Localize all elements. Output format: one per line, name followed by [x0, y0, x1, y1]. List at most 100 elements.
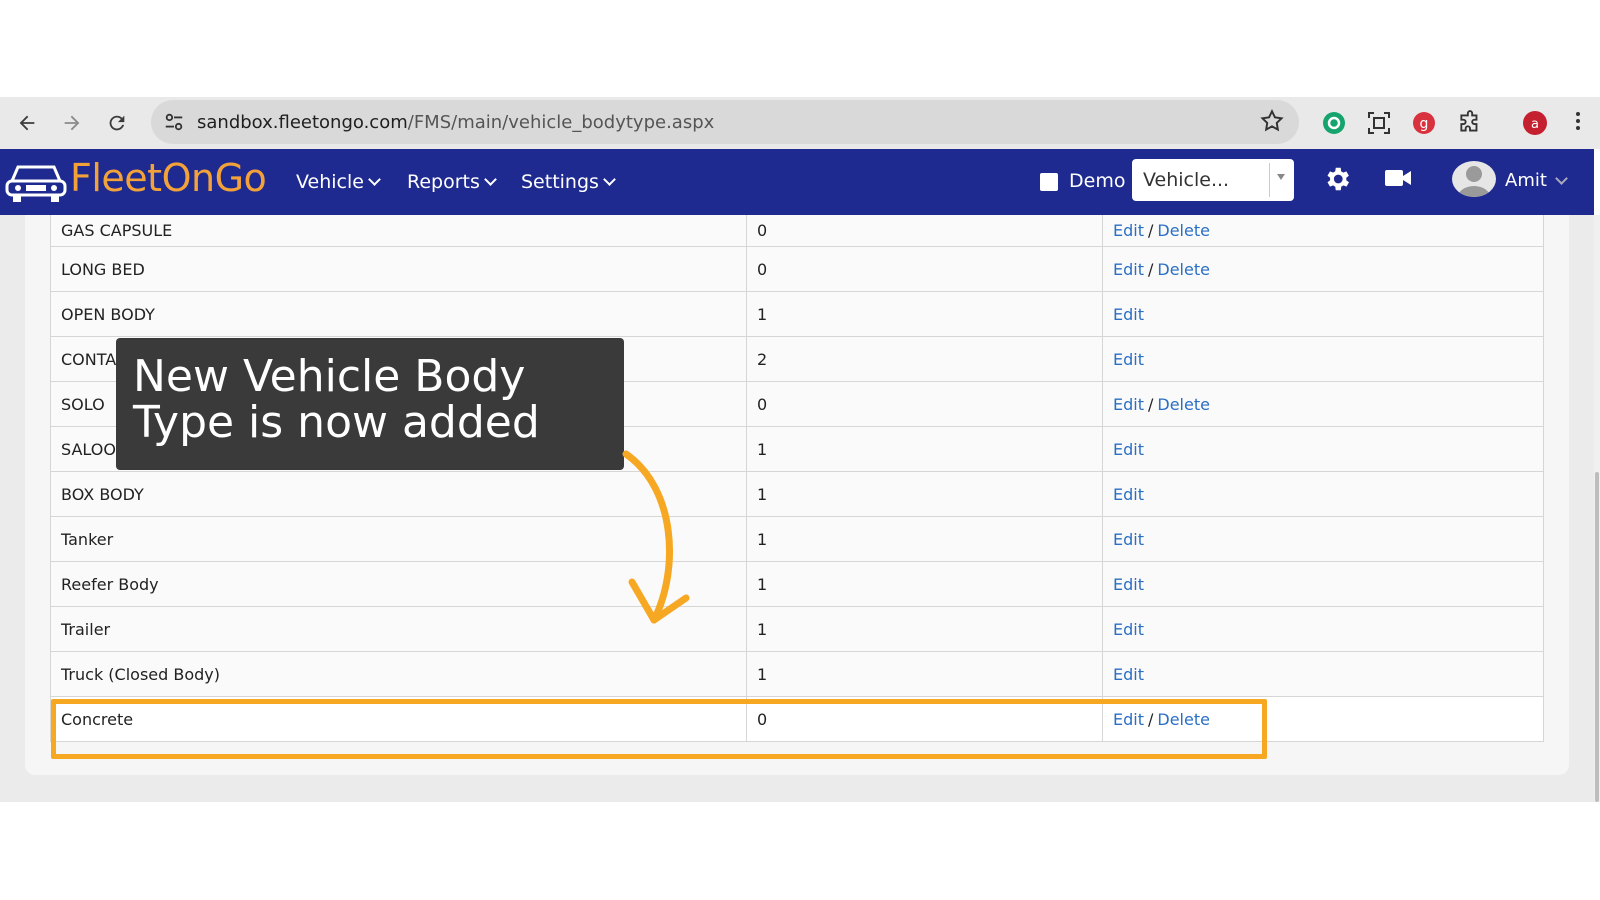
- demo-label: Demo: [1069, 170, 1126, 192]
- row-actions: Edit: [1102, 651, 1544, 697]
- dropdown-arrow-icon: [1277, 174, 1285, 180]
- browser-menu-icon[interactable]: [1574, 110, 1588, 136]
- row-actions: Edit / Delete: [1102, 246, 1544, 292]
- chevron-down-icon: [484, 173, 497, 186]
- body-type-count: 0: [746, 246, 1103, 292]
- row-actions: Edit: [1102, 471, 1544, 517]
- goodies-extension-icon[interactable]: g: [1411, 110, 1437, 136]
- body-type-count: 1: [746, 606, 1103, 652]
- table-row: GAS CAPSULE 0 Edit / Delete: [50, 215, 1544, 247]
- menu-reports-label: Reports: [407, 171, 480, 193]
- body-type-table: GAS CAPSULE 0 Edit / Delete LONG BED 0 Edi…: [50, 215, 1544, 742]
- row-actions: Edit: [1102, 516, 1544, 562]
- edit-link[interactable]: Edit: [1113, 260, 1144, 279]
- gear-icon[interactable]: [1322, 164, 1352, 199]
- delete-link[interactable]: Delete: [1157, 221, 1210, 240]
- car-logo-icon[interactable]: [4, 159, 68, 210]
- body-type-name: OPEN BODY: [50, 291, 747, 337]
- edit-link[interactable]: Edit: [1113, 305, 1144, 324]
- chevron-down-icon: [368, 173, 381, 186]
- app-header: FleetOnGo Vehicle Reports Settings Demo …: [0, 149, 1594, 215]
- table-row: Truck (Closed Body) 1 Edit: [50, 651, 1544, 697]
- user-avatar[interactable]: [1452, 161, 1496, 197]
- url-host: sandbox.fleetongo.com: [197, 112, 408, 133]
- body-type-count: 1: [746, 291, 1103, 337]
- edit-link[interactable]: Edit: [1113, 575, 1144, 594]
- edit-link[interactable]: Edit: [1113, 440, 1144, 459]
- table-row: Tanker 1 Edit: [50, 516, 1544, 562]
- body-type-count: 1: [746, 516, 1103, 562]
- menu-vehicle-label: Vehicle: [296, 171, 364, 193]
- table-row: Reefer Body 1 Edit: [50, 561, 1544, 607]
- video-camera-icon[interactable]: [1384, 167, 1412, 194]
- brand-fleet: Fleet: [70, 156, 162, 200]
- site-settings-icon[interactable]: [163, 111, 185, 138]
- vehicle-select-value: Vehicle...: [1143, 169, 1230, 191]
- body-type-count: 1: [746, 471, 1103, 517]
- row-actions: Edit: [1102, 606, 1544, 652]
- chevron-down-icon: [1555, 171, 1568, 185]
- curved-arrow-icon: [620, 448, 700, 633]
- chevron-down-icon: [603, 173, 616, 186]
- edit-link[interactable]: Edit: [1113, 350, 1144, 369]
- edit-link[interactable]: Edit: [1113, 395, 1144, 414]
- action-separator: /: [1147, 259, 1154, 279]
- edit-link[interactable]: Edit: [1113, 620, 1144, 639]
- bookmark-star-icon[interactable]: [1259, 108, 1285, 139]
- table-row: LONG BED 0 Edit / Delete: [50, 246, 1544, 292]
- tutorial-callout: New Vehicle Body Type is now added: [116, 338, 624, 470]
- delete-link[interactable]: Delete: [1157, 395, 1210, 414]
- profile-avatar[interactable]: a: [1522, 110, 1548, 136]
- vehicle-select[interactable]: Vehicle...: [1132, 159, 1294, 201]
- brand-logo-text[interactable]: FleetOnGo: [70, 156, 267, 200]
- body-type-count: 0: [746, 381, 1103, 427]
- table-row: Trailer 1 Edit: [50, 606, 1544, 652]
- url-text: sandbox.fleetongo.com/FMS/main/vehicle_b…: [197, 112, 714, 133]
- svg-text:g: g: [1420, 116, 1429, 132]
- delete-link[interactable]: Delete: [1157, 260, 1210, 279]
- menu-vehicle[interactable]: Vehicle: [296, 171, 381, 193]
- user-name: Amit: [1505, 170, 1547, 191]
- body-type-count: 1: [746, 651, 1103, 697]
- menu-settings-label: Settings: [521, 171, 599, 193]
- body-type-count: 2: [746, 336, 1103, 382]
- edit-link[interactable]: Edit: [1113, 485, 1144, 504]
- table-row: OPEN BODY 1 Edit: [50, 291, 1544, 337]
- back-icon[interactable]: [14, 110, 40, 136]
- address-bar[interactable]: sandbox.fleetongo.com/FMS/main/vehicle_b…: [151, 100, 1299, 144]
- reload-icon[interactable]: [104, 110, 130, 136]
- action-separator: /: [1147, 221, 1154, 240]
- demo-checkbox[interactable]: [1040, 173, 1058, 191]
- grammarly-extension-icon[interactable]: [1321, 110, 1347, 136]
- body-type-name: GAS CAPSULE: [50, 215, 747, 247]
- brand-go: Go: [214, 156, 267, 200]
- brand-on: On: [161, 156, 216, 200]
- body-type-name: Truck (Closed Body): [50, 651, 747, 697]
- screen-capture-icon[interactable]: [1366, 110, 1392, 136]
- edit-link[interactable]: Edit: [1113, 665, 1144, 684]
- body-type-count: 1: [746, 561, 1103, 607]
- body-type-count: 1: [746, 426, 1103, 472]
- callout-text: New Vehicle Body Type is now added: [133, 351, 540, 448]
- forward-icon[interactable]: [59, 110, 85, 136]
- profile-initial: a: [1531, 117, 1539, 132]
- menu-reports[interactable]: Reports: [407, 171, 497, 193]
- user-menu[interactable]: Amit: [1505, 170, 1568, 191]
- body-type-name: LONG BED: [50, 246, 747, 292]
- row-actions: Edit: [1102, 291, 1544, 337]
- row-actions: Edit: [1102, 336, 1544, 382]
- edit-link[interactable]: Edit: [1113, 530, 1144, 549]
- browser-toolbar: sandbox.fleetongo.com/FMS/main/vehicle_b…: [0, 97, 1600, 149]
- body-type-count: 0: [746, 215, 1103, 247]
- edit-link[interactable]: Edit: [1113, 221, 1144, 240]
- url-path: /FMS/main/vehicle_bodytype.aspx: [407, 112, 715, 133]
- new-row-highlight: [51, 699, 1267, 759]
- scrollbar-thumb[interactable]: [1595, 472, 1599, 802]
- row-actions: Edit: [1102, 426, 1544, 472]
- action-separator: /: [1147, 394, 1154, 414]
- table-row: BOX BODY 1 Edit: [50, 471, 1544, 517]
- select-divider: [1269, 163, 1270, 197]
- menu-settings[interactable]: Settings: [521, 171, 616, 193]
- row-actions: Edit: [1102, 561, 1544, 607]
- extensions-puzzle-icon[interactable]: [1457, 110, 1483, 136]
